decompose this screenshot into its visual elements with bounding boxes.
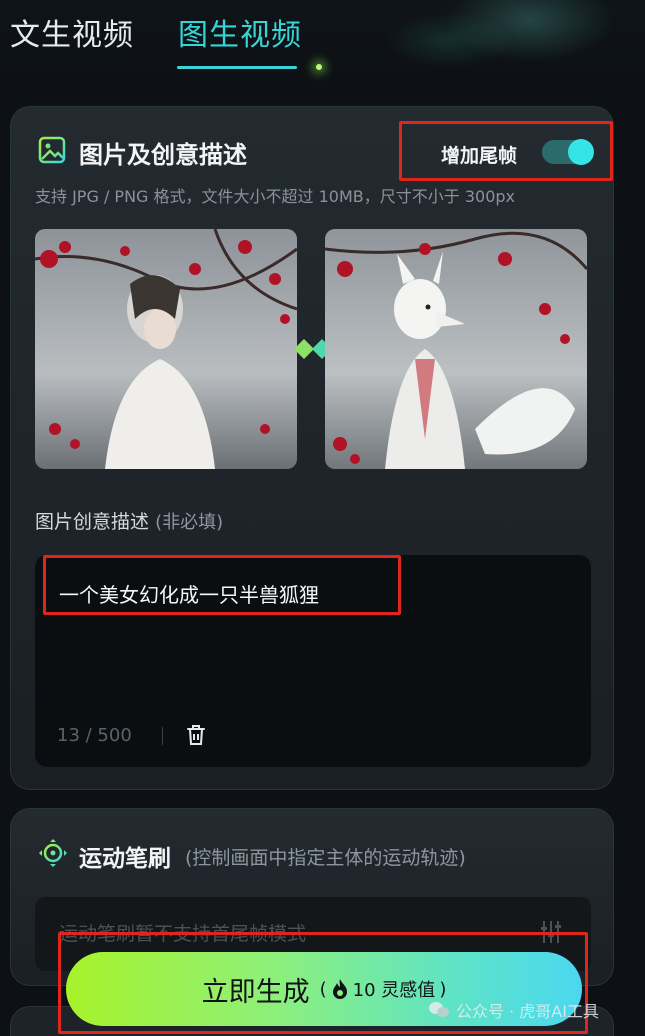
divider xyxy=(162,727,163,745)
motion-brush-title: 运动笔刷 xyxy=(79,846,171,872)
image-description-panel: 图片及创意描述 增加尾帧 支持 JPG / PNG 格式，文件大小不超过 10M… xyxy=(10,106,614,790)
optional-tag: (非必填) xyxy=(155,512,224,533)
character-counter: 13 / 500 xyxy=(57,725,132,746)
motion-brush-icon xyxy=(39,839,67,867)
image-icon xyxy=(38,136,66,164)
end-frame-label: 增加尾帧 xyxy=(441,145,518,167)
motion-brush-subtitle: (控制画面中指定主体的运动轨迹) xyxy=(185,847,466,869)
prompt-text: 一个美女幻化成一只半兽狐狸 xyxy=(59,583,319,607)
woman-winter-image xyxy=(35,229,297,469)
description-label-text: 图片创意描述 xyxy=(35,511,150,533)
watermark: 公众号 · 虎哥AI工具 xyxy=(428,998,599,1022)
cost-close-paren: ) xyxy=(439,978,447,1000)
description-label: 图片创意描述 (非必填) xyxy=(35,507,223,534)
glow-decoration xyxy=(316,64,322,70)
fox-winter-image xyxy=(325,229,587,469)
upload-hint: 支持 JPG / PNG 格式，文件大小不超过 10MB，尺寸不小于 300px xyxy=(35,187,515,206)
last-frame-image[interactable] xyxy=(325,229,587,469)
trash-icon[interactable] xyxy=(185,723,207,747)
cost-open-paren: ( xyxy=(319,978,327,1000)
first-frame-image[interactable] xyxy=(35,229,297,469)
generate-label: 立即生成 xyxy=(201,976,310,1008)
flame-icon xyxy=(332,979,347,999)
watermark-text: 公众号 · 虎哥AI工具 xyxy=(456,1002,599,1021)
cost-value: 10 灵感值 xyxy=(352,980,436,1001)
tab-text-to-video[interactable]: 文生视频 xyxy=(10,10,134,54)
active-tab-indicator xyxy=(177,66,297,69)
tab-image-to-video[interactable]: 图生视频 xyxy=(178,10,302,54)
wechat-icon xyxy=(429,1002,449,1017)
toggle-knob xyxy=(568,139,594,165)
description-textarea[interactable]: 一个美女幻化成一只半兽狐狸 13 / 500 xyxy=(35,555,591,767)
section-title: 图片及创意描述 xyxy=(79,141,247,169)
end-frame-toggle[interactable] xyxy=(542,139,594,165)
